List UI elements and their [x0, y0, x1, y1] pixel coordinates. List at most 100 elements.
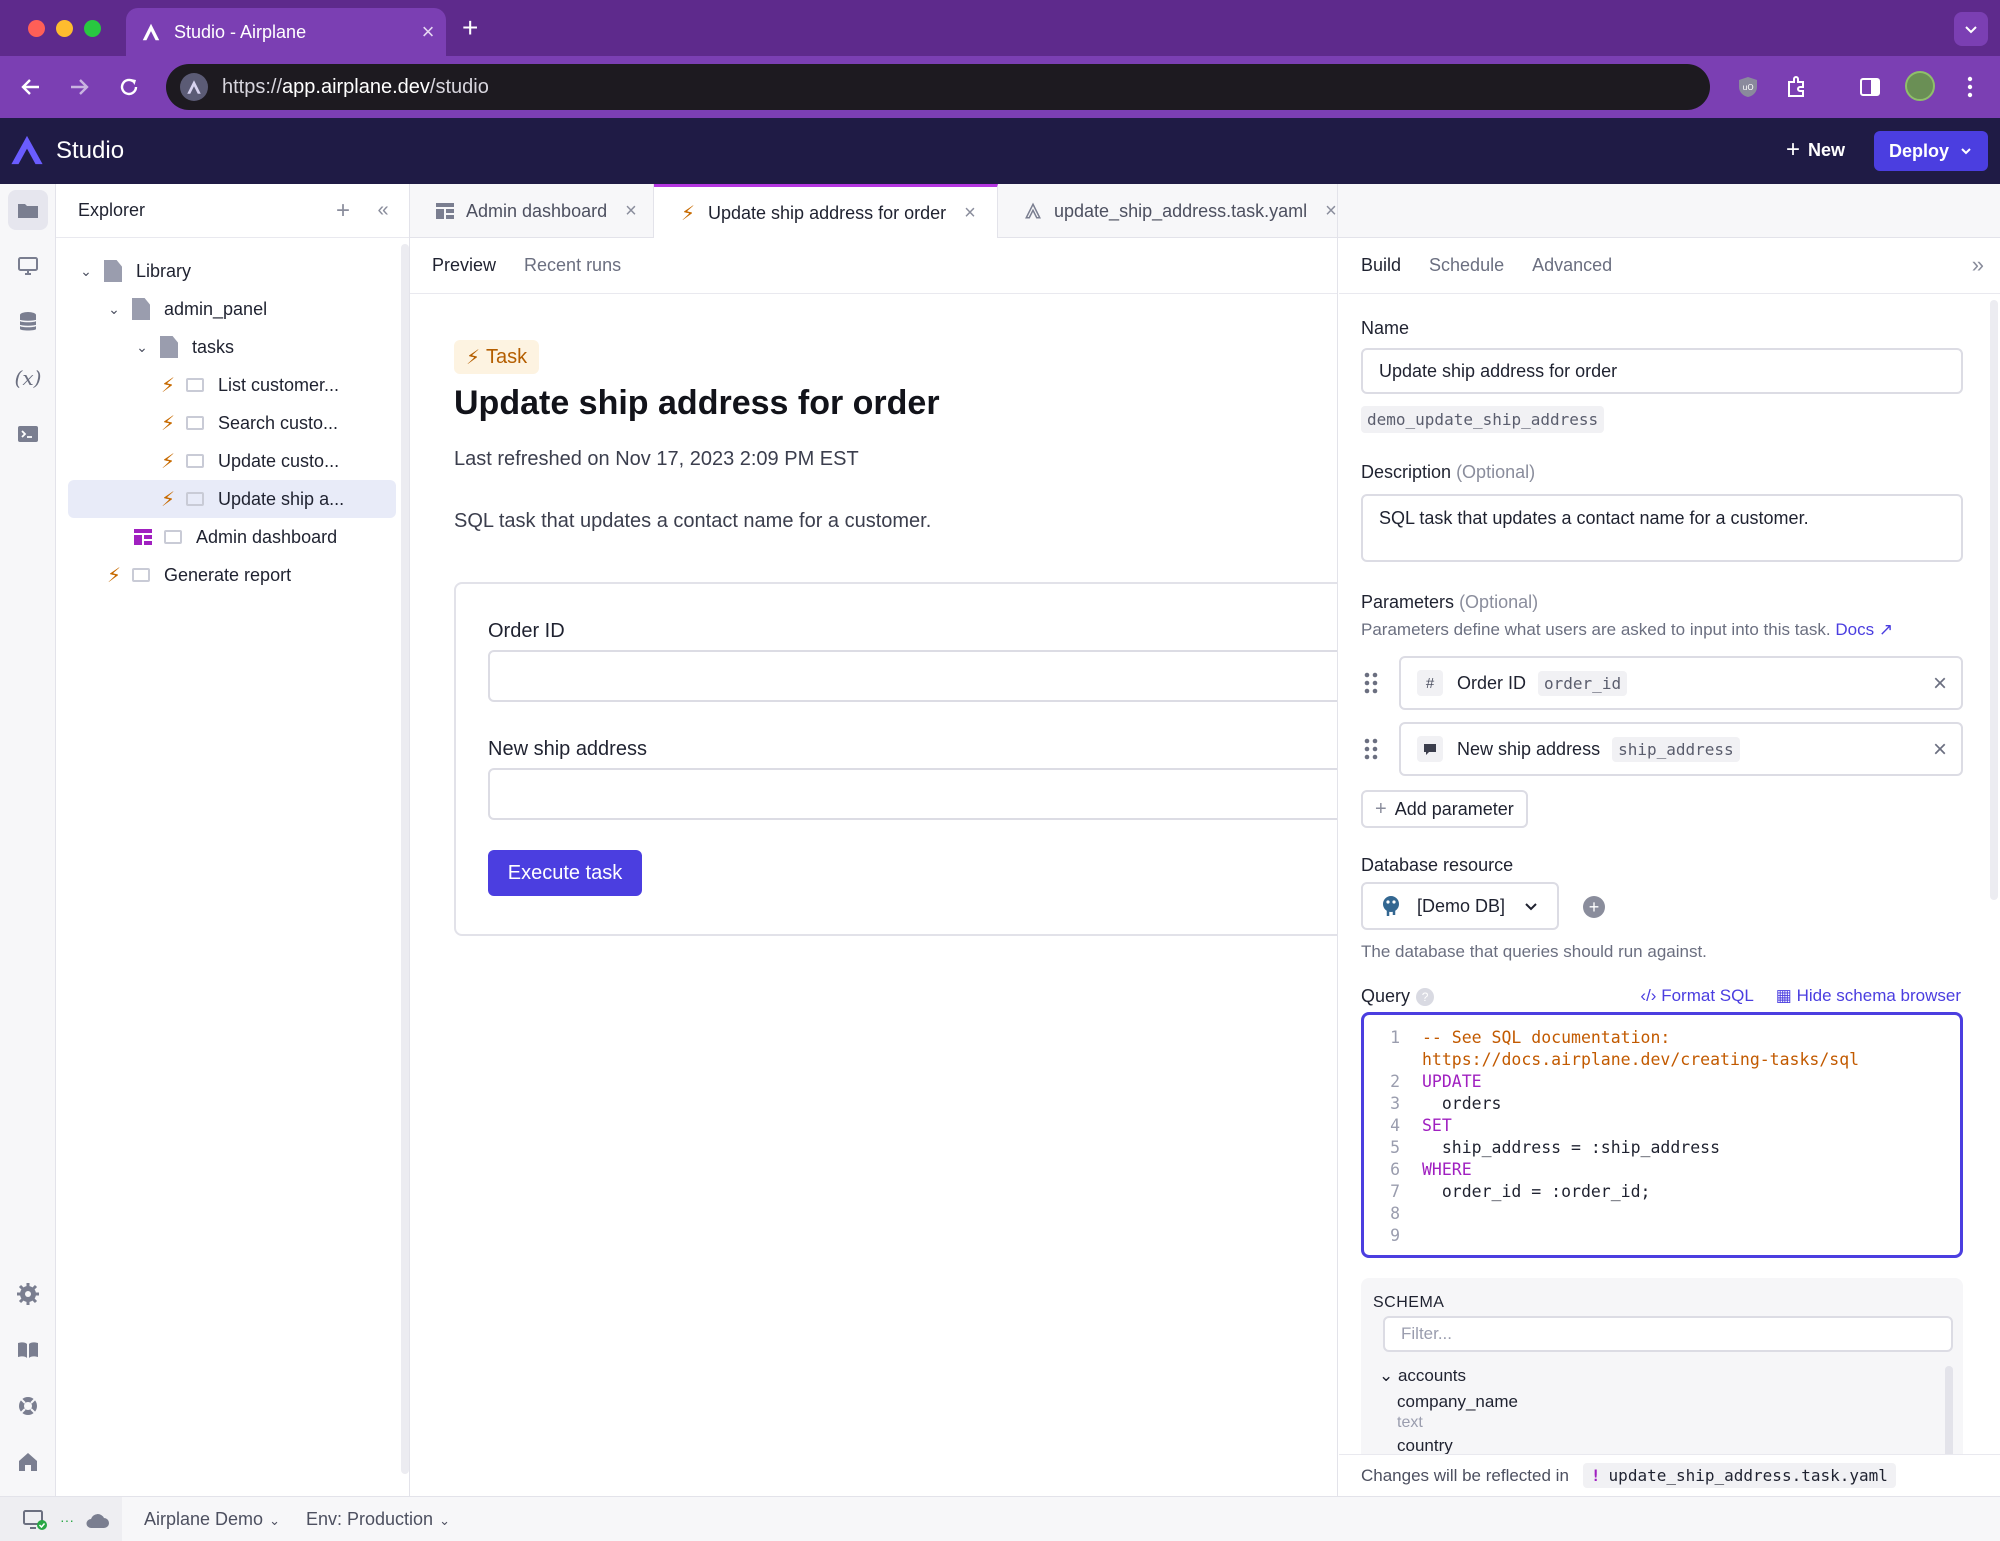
- question-icon[interactable]: ?: [1416, 988, 1435, 1007]
- database-select[interactable]: [Demo DB]: [1361, 882, 1559, 930]
- parameter-ship-address[interactable]: New ship address ship_address ×: [1399, 722, 1963, 776]
- reload-icon: [120, 78, 138, 96]
- collapse-panel-icon[interactable]: »: [1972, 252, 1984, 278]
- tree-item-view[interactable]: Admin dashboard: [56, 518, 396, 556]
- files-icon[interactable]: [8, 190, 48, 230]
- parameter-order-id[interactable]: # Order ID order_id ×: [1399, 656, 1963, 710]
- explorer-scrollbar[interactable]: [401, 244, 409, 1474]
- site-info-icon[interactable]: [180, 73, 208, 101]
- environment-select[interactable]: Env: Production ⌄: [306, 1509, 450, 1530]
- forward-button[interactable]: [62, 70, 96, 104]
- profile-avatar[interactable]: [1905, 71, 1935, 101]
- collapse-explorer-button[interactable]: «: [363, 199, 403, 222]
- line-number: 2: [1390, 1072, 1400, 1091]
- browser-tab[interactable]: Studio - Airplane ×: [126, 8, 446, 56]
- airplane-logo-icon: [1025, 202, 1041, 219]
- cloud-icon[interactable]: [84, 1510, 110, 1530]
- add-file-button[interactable]: +: [323, 197, 363, 225]
- database-icon[interactable]: [8, 302, 48, 342]
- description-field[interactable]: SQL task that updates a contact name for…: [1361, 494, 1963, 562]
- add-resource-icon[interactable]: +: [1583, 896, 1605, 918]
- url-field[interactable]: https://app.airplane.dev/studio: [166, 64, 1710, 110]
- reload-button[interactable]: [112, 70, 146, 104]
- new-button[interactable]: + New: [1786, 136, 1845, 164]
- variables-icon[interactable]: (x): [8, 358, 48, 398]
- schema-table-accounts[interactable]: ⌄ accounts: [1379, 1366, 1466, 1386]
- tab-schedule[interactable]: Schedule: [1429, 255, 1504, 276]
- drag-handle-icon[interactable]: [1361, 737, 1381, 761]
- code-token: orders: [1422, 1094, 1502, 1113]
- docs-link[interactable]: Docs: [1835, 620, 1874, 639]
- order-id-input[interactable]: [488, 650, 1337, 702]
- gear-icon[interactable]: [8, 1274, 48, 1314]
- tree-item-tasks[interactable]: ⌄ tasks: [56, 328, 396, 366]
- schema-browser: SCHEMA Filter... ⌄ accounts company_name…: [1361, 1278, 1963, 1468]
- close-icon[interactable]: ×: [410, 19, 446, 45]
- monitor-icon[interactable]: [8, 246, 48, 286]
- add-parameter-button[interactable]: + Add parameter: [1361, 790, 1528, 828]
- format-sql-button[interactable]: ‹/› Format SQL: [1640, 986, 1753, 1006]
- code-line: 1 -- See SQL documentation:: [1364, 1027, 1960, 1049]
- tab-preview[interactable]: Preview: [432, 255, 496, 276]
- tab-update-ship-address[interactable]: ⚡ Update ship address for order ×: [654, 184, 998, 239]
- tab-task-yaml[interactable]: update_ship_address.task.yaml ×: [998, 184, 1338, 238]
- tab-search-button[interactable]: [1954, 12, 1988, 46]
- parameter-slug: order_id: [1538, 670, 1628, 696]
- browser-toolbar: https://app.airplane.dev/studio uO: [0, 56, 2000, 118]
- tree-item-task[interactable]: ⚡ Generate report: [56, 556, 396, 594]
- schema-scrollbar[interactable]: [1945, 1366, 1953, 1466]
- book-icon[interactable]: [8, 1330, 48, 1370]
- close-icon[interactable]: ×: [1933, 736, 1947, 764]
- schema-filter-input[interactable]: Filter...: [1383, 1316, 1953, 1352]
- last-refreshed: Last refreshed on Nov 17, 2023 2:09 PM E…: [454, 448, 859, 470]
- parameter-name: New ship address: [1457, 738, 1601, 759]
- tab-advanced[interactable]: Advanced: [1532, 255, 1612, 276]
- sql-editor[interactable]: 1 -- See SQL documentation: https://docs.a…: [1361, 1012, 1963, 1258]
- deploy-button[interactable]: Deploy: [1874, 131, 1988, 171]
- window-close-button[interactable]: [28, 20, 45, 37]
- close-icon[interactable]: ×: [964, 202, 976, 225]
- app-header: Studio + New Deploy: [0, 118, 2000, 184]
- panel-scrollbar[interactable]: [1990, 300, 1998, 900]
- back-button[interactable]: [14, 70, 48, 104]
- table-icon: ▦: [1775, 986, 1797, 1005]
- extensions-icon[interactable]: [1780, 71, 1812, 103]
- code-token: SET: [1422, 1116, 1452, 1135]
- footer-file[interactable]: ! update_ship_address.task.yaml: [1582, 1463, 1896, 1488]
- tab-build[interactable]: Build: [1361, 255, 1401, 276]
- drag-handle-icon[interactable]: [1361, 671, 1381, 695]
- workspace-select[interactable]: Airplane Demo ⌄: [144, 1509, 280, 1530]
- local-dev-status-icon[interactable]: [22, 1508, 50, 1532]
- explorer-header: Explorer + «: [56, 184, 409, 238]
- sidebar-toggle-icon[interactable]: [1854, 71, 1886, 103]
- tab-admin-dashboard[interactable]: Admin dashboard ×: [410, 184, 654, 238]
- hide-schema-button[interactable]: ▦ Hide schema browser: [1776, 986, 1961, 1006]
- new-tab-button[interactable]: +: [462, 12, 478, 44]
- close-icon[interactable]: ×: [625, 200, 637, 223]
- ublock-extension-icon[interactable]: uO: [1732, 71, 1764, 103]
- tree-item-admin-panel[interactable]: ⌄ admin_panel: [56, 290, 396, 328]
- code-token: UPDATE: [1422, 1072, 1482, 1091]
- execute-task-button[interactable]: Execute task: [488, 850, 642, 896]
- app-title: Studio: [56, 137, 125, 164]
- home-icon[interactable]: [8, 1442, 48, 1482]
- tree-item-task[interactable]: ⚡ List customer...: [56, 366, 396, 404]
- close-icon[interactable]: ×: [1325, 200, 1337, 223]
- arrow-left-icon: [21, 79, 39, 95]
- window-zoom-button[interactable]: [84, 20, 101, 37]
- window-minimize-button[interactable]: [56, 20, 73, 37]
- tree-item-task[interactable]: ⚡ Search custo...: [56, 404, 396, 442]
- tree-item-library[interactable]: ⌄ Library: [56, 252, 396, 290]
- tree-item-task-selected[interactable]: ⚡ Update ship a...: [68, 480, 396, 518]
- description-label: Description (Optional): [1361, 462, 1536, 482]
- connection-dots-icon: ···: [60, 1511, 74, 1528]
- terminal-icon[interactable]: [8, 414, 48, 454]
- more-menu-icon[interactable]: [1954, 71, 1986, 103]
- name-field[interactable]: Update ship address for order: [1361, 348, 1963, 394]
- tab-recent-runs[interactable]: Recent runs: [524, 255, 621, 276]
- tree-item-task[interactable]: ⚡ Update custo...: [56, 442, 396, 480]
- close-icon[interactable]: ×: [1933, 670, 1947, 698]
- help-lifebuoy-icon[interactable]: [8, 1386, 48, 1426]
- ship-address-label: New ship address: [488, 738, 647, 760]
- ship-address-input[interactable]: [488, 768, 1337, 820]
